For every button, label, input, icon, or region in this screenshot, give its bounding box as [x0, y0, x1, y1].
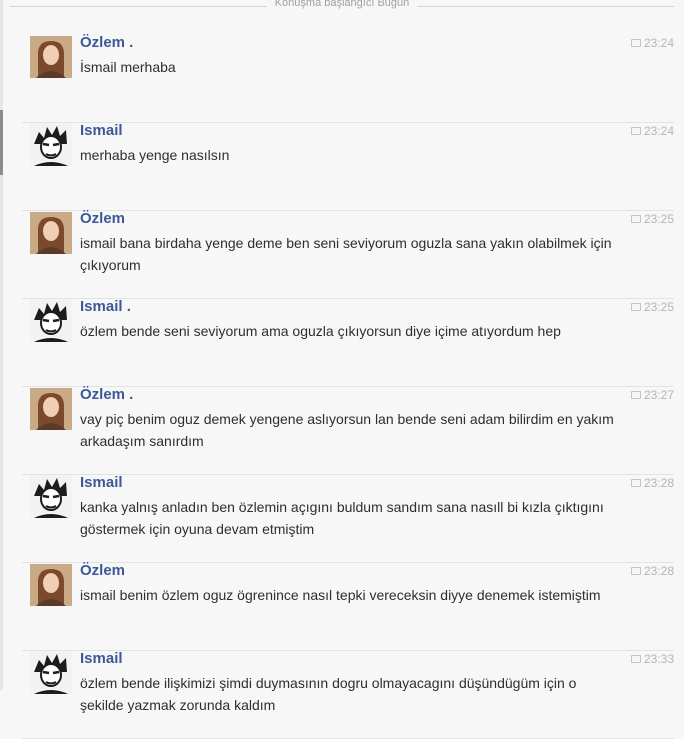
message-item: Ismail 23:24 merhaba yenge nasılsın [22, 122, 674, 211]
timestamp: 23:27 [643, 388, 674, 402]
message-time: 23:24 [630, 36, 674, 50]
seen-icon [630, 303, 641, 311]
timestamp: 23:24 [643, 36, 674, 50]
message-text: vay piç benim oguz demek yengene aslıyor… [80, 411, 614, 449]
avatar[interactable] [30, 300, 72, 342]
message-item: Özlem . 23:24 İsmail merhaba [22, 34, 674, 123]
message-time: 23:28 [630, 476, 674, 490]
left-edge [0, 0, 3, 690]
message-time: 23:33 [630, 652, 674, 666]
timestamp: 23:33 [643, 652, 674, 666]
seen-icon [630, 391, 641, 399]
left-edge-mark [0, 110, 3, 175]
message-time: 23:28 [630, 564, 674, 578]
message-text: ismail benim özlem oguz ögrenince nasıl … [80, 587, 601, 603]
avatar[interactable] [30, 652, 72, 694]
sender-name[interactable]: Ismail [80, 650, 123, 667]
seen-icon [630, 127, 641, 135]
sender-name[interactable]: Ismail [80, 474, 123, 491]
message-text: İsmail merhaba [80, 59, 176, 75]
message-text: özlem bende seni seviyorum ama oguzla çı… [80, 323, 561, 339]
sender-name[interactable]: Özlem . [80, 386, 133, 403]
message-time: 23:25 [630, 300, 674, 314]
message-item: Özlem . 23:27 vay piç benim oguz demek yen… [22, 386, 674, 475]
avatar[interactable] [30, 124, 72, 166]
timestamp: 23:25 [643, 212, 674, 226]
seen-icon [630, 39, 641, 47]
timestamp: 23:28 [643, 564, 674, 578]
message-item: Özlem 23:25 ismail bana birdaha yenge deme… [22, 210, 674, 299]
sender-name[interactable]: Özlem [80, 562, 125, 579]
message-text: kanka yalnış anladın ben özlemin açıgını… [80, 499, 604, 537]
sender-name[interactable]: Ismail [80, 122, 123, 139]
avatar[interactable] [30, 388, 72, 430]
message-text: ismail bana birdaha yenge deme ben seni … [80, 235, 612, 273]
sender-name[interactable]: Özlem [80, 210, 125, 227]
message-text: merhaba yenge nasılsın [80, 147, 230, 163]
sender-name[interactable]: Ismail . [80, 298, 131, 315]
avatar[interactable] [30, 212, 72, 254]
seen-icon [630, 655, 641, 663]
seen-icon [630, 567, 641, 575]
avatar[interactable] [30, 476, 72, 518]
message-item: Ismail 23:33 özlem bende ilişkimizi şimdi … [22, 650, 674, 739]
message-time: 23:25 [630, 212, 674, 226]
timestamp: 23:24 [643, 124, 674, 138]
timestamp: 23:28 [643, 476, 674, 490]
sender-name[interactable]: Özlem . [80, 34, 133, 51]
message-text: özlem bende ilişkimizi şimdi duymasının … [80, 675, 577, 713]
conversation-start-label: Konuşma başlangıcı Bugün [0, 0, 684, 9]
avatar[interactable] [30, 36, 72, 78]
message-time: 23:24 [630, 124, 674, 138]
seen-icon [630, 479, 641, 487]
message-item: Ismail . 23:25 özlem bende seni seviyorum … [22, 298, 674, 387]
timestamp: 23:25 [643, 300, 674, 314]
message-item: Özlem 23:28 ismail benim özlem oguz ögreni… [22, 562, 674, 651]
seen-icon [630, 215, 641, 223]
message-time: 23:27 [630, 388, 674, 402]
message-item: Ismail 23:28 kanka yalnış anladın ben özle… [22, 474, 674, 563]
avatar[interactable] [30, 564, 72, 606]
